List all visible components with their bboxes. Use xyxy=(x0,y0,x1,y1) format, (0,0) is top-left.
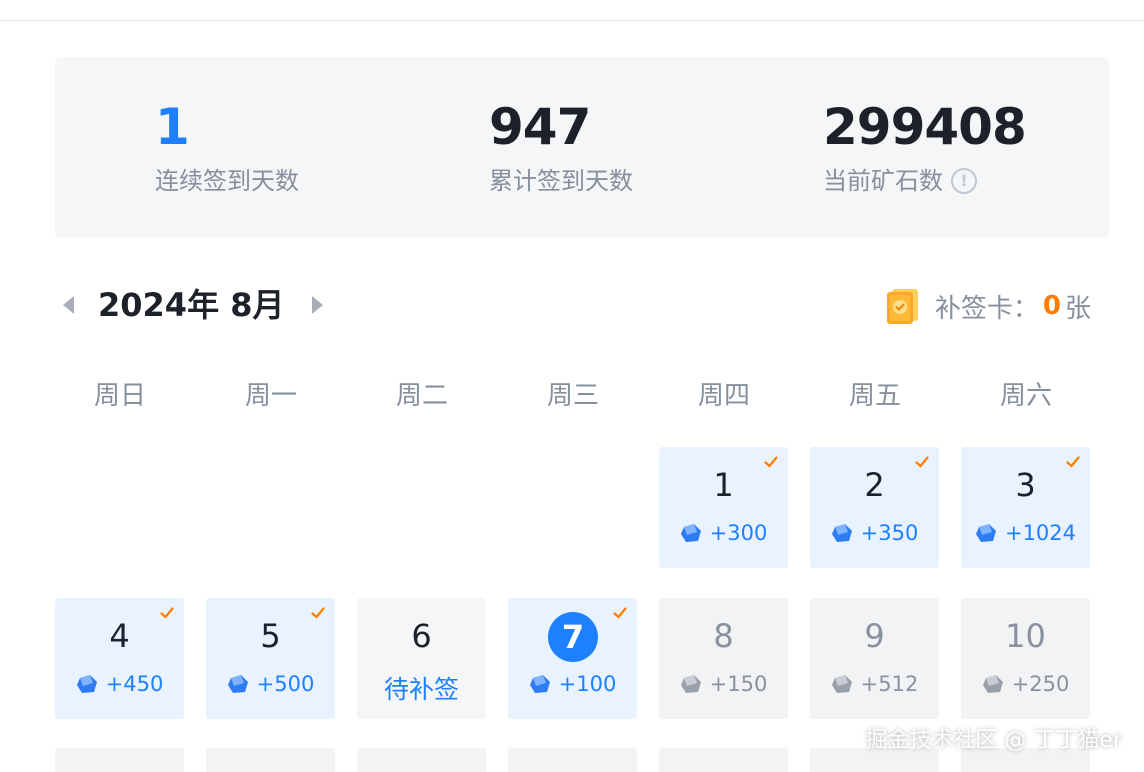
next-month-icon[interactable] xyxy=(312,296,323,314)
streak-value: 1 xyxy=(155,98,190,156)
ore-gem-icon xyxy=(831,524,852,542)
reward-amount: +250 xyxy=(961,672,1090,696)
makeup-label: 补签卡： xyxy=(934,293,1039,324)
ore-gray-icon xyxy=(982,675,1003,693)
calendar-day-3[interactable]: 3 +1024 xyxy=(961,447,1090,568)
total-label: 累计签到天数 xyxy=(489,167,633,195)
calendar-day-1[interactable]: 1 +300 xyxy=(659,447,788,568)
makeup-card-icon xyxy=(886,289,918,324)
day-number: 9 xyxy=(864,617,885,655)
reward-amount: +450 xyxy=(55,672,184,696)
total-value: 947 xyxy=(489,98,591,156)
streak-label: 连续签到天数 xyxy=(155,167,299,195)
day-number: 4 xyxy=(109,617,130,655)
checkmark-icon xyxy=(160,607,174,619)
top-divider xyxy=(0,20,1144,21)
pending-makeup-label[interactable]: 待补签 xyxy=(357,670,486,706)
reward-amount: +150 xyxy=(659,672,788,696)
weekday-wed: 周三 xyxy=(546,381,599,411)
calendar-day-7[interactable]: 7 +100 xyxy=(508,598,637,719)
ore-gray-icon xyxy=(831,675,852,693)
calendar-cell-next-row xyxy=(357,748,486,772)
weekday-fri: 周五 xyxy=(848,381,901,411)
calendar-cell-next-row xyxy=(55,748,184,772)
reward-text: +350 xyxy=(860,521,919,545)
makeup-unit: 张 xyxy=(1064,293,1091,324)
reward-amount: +300 xyxy=(659,521,788,545)
ore-value: 299408 xyxy=(823,98,1027,156)
weekday-sat: 周六 xyxy=(999,381,1052,411)
reward-text: +500 xyxy=(256,672,315,696)
checkmark-icon xyxy=(1066,456,1080,468)
makeup-count: 0 xyxy=(1042,291,1061,321)
makeup-card-info: 补签卡： 0 张 xyxy=(883,286,1091,326)
watermark: 掘金技术社区 @ 丁丁猫er xyxy=(865,728,1122,753)
reward-text: +300 xyxy=(709,521,768,545)
streak-stat: 1 连续签到天数 xyxy=(155,99,299,197)
total-stat: 947 累计签到天数 xyxy=(489,99,633,197)
day-number: 5 xyxy=(260,617,281,655)
checkmark-icon xyxy=(311,607,325,619)
ore-stat: 299408 当前矿石数 ! xyxy=(823,98,1027,197)
calendar-day-10[interactable]: 10 +250 xyxy=(961,598,1090,719)
info-icon[interactable]: ! xyxy=(951,168,977,194)
month-header: 2024年 8月 补签卡： 0 张 xyxy=(55,282,1109,328)
calendar-day-6[interactable]: 6 待补签 xyxy=(357,598,486,719)
reward-amount: +1024 xyxy=(961,521,1090,545)
calendar-day-2[interactable]: 2 +350 xyxy=(810,447,939,568)
ore-gray-icon xyxy=(680,675,701,693)
reward-amount: +512 xyxy=(810,672,939,696)
day-number: 3 xyxy=(1015,466,1036,504)
ore-gem-icon xyxy=(975,524,996,542)
reward-amount: +100 xyxy=(508,672,637,696)
calendar-day-8[interactable]: 8 +150 xyxy=(659,598,788,719)
stats-panel: 1 连续签到天数 947 累计签到天数 299408 当前矿石数 ! xyxy=(55,57,1109,238)
weekday-sun: 周日 xyxy=(93,381,146,411)
checkmark-icon xyxy=(764,456,778,468)
calendar-day-9[interactable]: 9 +512 xyxy=(810,598,939,719)
weekday-tue: 周二 xyxy=(395,381,448,411)
ore-gem-icon xyxy=(76,675,97,693)
reward-text: +512 xyxy=(860,672,919,696)
reward-amount: +500 xyxy=(206,672,335,696)
reward-text: +250 xyxy=(1011,672,1070,696)
reward-text: +450 xyxy=(105,672,164,696)
day-number: 2 xyxy=(864,466,885,504)
day-number: 8 xyxy=(713,617,734,655)
calendar-day-5[interactable]: 5 +500 xyxy=(206,598,335,719)
calendar-cell-next-row xyxy=(659,748,788,772)
calendar-cell-next-row xyxy=(206,748,335,772)
weekday-mon: 周一 xyxy=(244,381,297,411)
ore-gem-icon xyxy=(529,675,550,693)
prev-month-icon[interactable] xyxy=(63,296,74,314)
checkmark-icon xyxy=(915,456,929,468)
reward-text: +150 xyxy=(709,672,768,696)
reward-amount: +350 xyxy=(810,521,939,545)
ore-gem-icon xyxy=(680,524,701,542)
month-title: 2024年 8月 xyxy=(98,286,285,324)
reward-text: +100 xyxy=(558,672,617,696)
checkmark-icon xyxy=(613,607,627,619)
calendar-cell-next-row xyxy=(508,748,637,772)
ore-label: 当前矿石数 xyxy=(823,167,943,195)
day-number: 6 xyxy=(411,617,432,655)
weekday-thu: 周四 xyxy=(697,381,750,411)
reward-text: +1024 xyxy=(1004,521,1077,545)
day-number-today: 7 xyxy=(548,612,598,662)
ore-gem-icon xyxy=(227,675,248,693)
calendar-day-4[interactable]: 4 +450 xyxy=(55,598,184,719)
day-number: 1 xyxy=(713,466,734,504)
day-number: 10 xyxy=(1005,617,1046,655)
